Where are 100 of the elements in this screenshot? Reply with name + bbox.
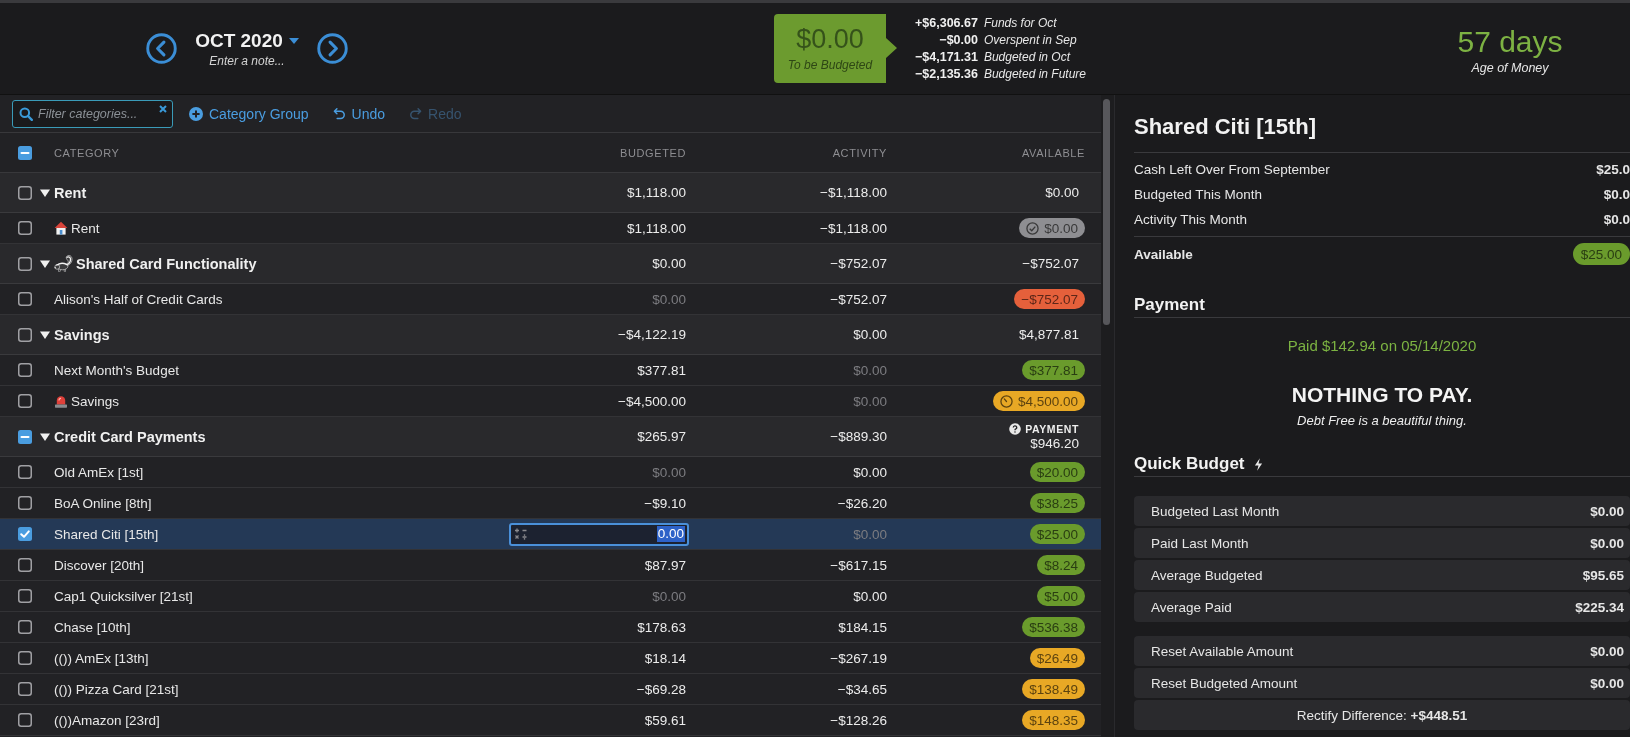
to-be-budgeted-amount: $0.00	[796, 24, 864, 55]
undo-button[interactable]: Undo	[332, 105, 386, 122]
category-name: (())Amazon [23rd]	[54, 712, 160, 728]
activity-amount: −$26.20	[837, 495, 887, 511]
quick-budget-button[interactable]: Paid Last Month $0.00	[1134, 528, 1630, 558]
budgeted-amount[interactable]: −$9.10	[644, 495, 686, 511]
budgeted-amount[interactable]: −$4,500.00	[618, 393, 686, 409]
row-checkbox[interactable]	[18, 465, 32, 479]
row-checkbox[interactable]	[18, 589, 32, 603]
row-checkbox[interactable]	[18, 292, 32, 306]
row-checkbox[interactable]	[18, 527, 32, 541]
inspector-title: Shared Citi [15th]	[1134, 114, 1317, 139]
activity-amount: $0.00	[853, 588, 887, 604]
close-icon[interactable]	[159, 104, 167, 113]
available-amount[interactable]: $0.00	[1045, 185, 1079, 200]
month-label[interactable]: OCT 2020	[195, 29, 283, 52]
caret-icon[interactable]	[40, 258, 50, 269]
available-badge[interactable]: $138.49	[1022, 679, 1085, 699]
row-checkbox[interactable]	[18, 682, 32, 696]
group-checkbox[interactable]	[18, 429, 32, 444]
budgeted-amount[interactable]: −$69.28	[636, 681, 686, 697]
available-badge[interactable]: $25.00	[1029, 524, 1085, 544]
quick-budget-button[interactable]: Average Paid $225.34	[1134, 592, 1630, 622]
stat-label: Budgeted This Month	[1134, 187, 1263, 202]
stat-label: Cash Left Over From September	[1134, 162, 1330, 177]
budgeted-amount: $265.97	[637, 429, 686, 444]
available-amount[interactable]: $4,877.81	[1018, 327, 1079, 342]
row-checkbox[interactable]	[18, 651, 32, 665]
budgeted-amount[interactable]: $87.97	[644, 557, 686, 573]
row-checkbox[interactable]	[18, 221, 32, 235]
scrollbar-thumb[interactable]	[1103, 99, 1110, 325]
to-be-budgeted-label: To be Budgeted	[787, 58, 873, 73]
funds-label: Funds for Oct	[983, 14, 1057, 32]
stat-label: Activity This Month	[1134, 212, 1248, 227]
select-all-checkbox[interactable]	[18, 145, 32, 160]
caret-icon[interactable]	[40, 431, 50, 442]
rectify-difference-button[interactable]: Rectify Difference: +$448.51	[1134, 700, 1630, 730]
activity-amount: −$617.15	[830, 557, 887, 573]
age-of-money-value: 57 days	[1457, 23, 1563, 60]
caret-icon[interactable]	[40, 187, 50, 198]
group-checkbox[interactable]	[18, 256, 32, 271]
available-badge[interactable]: $4,500.00	[992, 391, 1085, 411]
budgeted-amount[interactable]: $0.00	[652, 291, 686, 307]
redo-icon	[409, 107, 423, 120]
available-badge[interactable]: −$752.07	[1014, 289, 1085, 309]
available-badge[interactable]: $26.49	[1029, 648, 1085, 668]
row-checkbox[interactable]	[18, 496, 32, 510]
row-checkbox[interactable]	[18, 394, 32, 408]
group-checkbox[interactable]	[18, 185, 32, 200]
row-checkbox[interactable]	[18, 558, 32, 572]
available-badge[interactable]: $0.00	[1019, 218, 1085, 238]
available-badge[interactable]: $536.38	[1022, 617, 1085, 637]
quick-budget-button[interactable]: Average Budgeted $95.65	[1134, 560, 1630, 590]
budgeted-amount: $0.00	[652, 256, 686, 271]
help-icon[interactable]	[1009, 423, 1022, 435]
quick-budget-button[interactable]: Budgeted Last Month $0.00	[1134, 496, 1630, 526]
available-amount: $0.00	[1044, 220, 1078, 236]
budgeted-amount[interactable]: $18.14	[644, 650, 686, 666]
category-name: Next Month's Budget	[54, 362, 179, 378]
note-field[interactable]: Enter a note...	[197, 52, 297, 69]
row-checkbox[interactable]	[18, 620, 32, 634]
budgeted-amount[interactable]: $59.61	[644, 712, 686, 728]
activity-amount: −$267.19	[830, 650, 887, 666]
section-heading: Payment	[1134, 295, 1205, 315]
house-icon	[54, 221, 68, 235]
caret-icon[interactable]	[40, 329, 50, 340]
activity-amount: $0.00	[853, 526, 887, 542]
row-checkbox[interactable]	[18, 713, 32, 727]
available-badge[interactable]: $148.35	[1022, 710, 1085, 730]
stat-value: $0.0	[1603, 187, 1630, 202]
quick-budget-button[interactable]: Reset Budgeted Amount $0.00	[1134, 668, 1630, 698]
funds-amount: −$4,171.31	[915, 48, 978, 66]
row-checkbox[interactable]	[18, 363, 32, 377]
available-badge[interactable]: $20.00	[1029, 462, 1085, 482]
available-badge[interactable]: $8.24	[1037, 555, 1085, 575]
add-group-button[interactable]: Category Group	[189, 105, 309, 122]
budgeted-amount[interactable]: $0.00	[652, 464, 686, 480]
available-badge[interactable]: $38.25	[1029, 493, 1085, 513]
activity-amount: −$752.07	[830, 256, 887, 271]
budgeted-amount[interactable]: $0.00	[652, 588, 686, 604]
available-amount: $4,500.00	[1017, 393, 1078, 409]
filter-field[interactable]: Filter categories...	[12, 99, 173, 128]
category-name: Chase [10th]	[54, 619, 131, 635]
quick-budget-button[interactable]: Reset Available Amount $0.00	[1134, 636, 1630, 666]
available-badge[interactable]: $5.00	[1037, 586, 1085, 606]
available-badge[interactable]: $377.81	[1022, 360, 1085, 380]
plus-circle-icon	[189, 106, 203, 121]
budgeted-amount[interactable]: $178.63	[637, 619, 686, 635]
group-checkbox[interactable]	[18, 327, 32, 342]
chevron-left-icon[interactable]	[146, 33, 177, 64]
calculator-icon[interactable]	[514, 527, 528, 541]
budget-input[interactable]: 0.00	[509, 522, 689, 546]
budgeted-amount: $1,118.00	[626, 185, 686, 200]
category-name: (()) AmEx [13th]	[54, 650, 149, 666]
category-row[interactable]: Shared Citi [15th] 0.00 $0.00 $25.00	[0, 519, 1101, 550]
available-amount[interactable]: −$752.07	[1022, 256, 1079, 271]
search-icon	[19, 106, 33, 121]
chevron-right-icon[interactable]	[317, 33, 348, 64]
budgeted-amount[interactable]: $1,118.00	[626, 220, 686, 236]
budgeted-amount[interactable]: $377.81	[637, 362, 686, 378]
